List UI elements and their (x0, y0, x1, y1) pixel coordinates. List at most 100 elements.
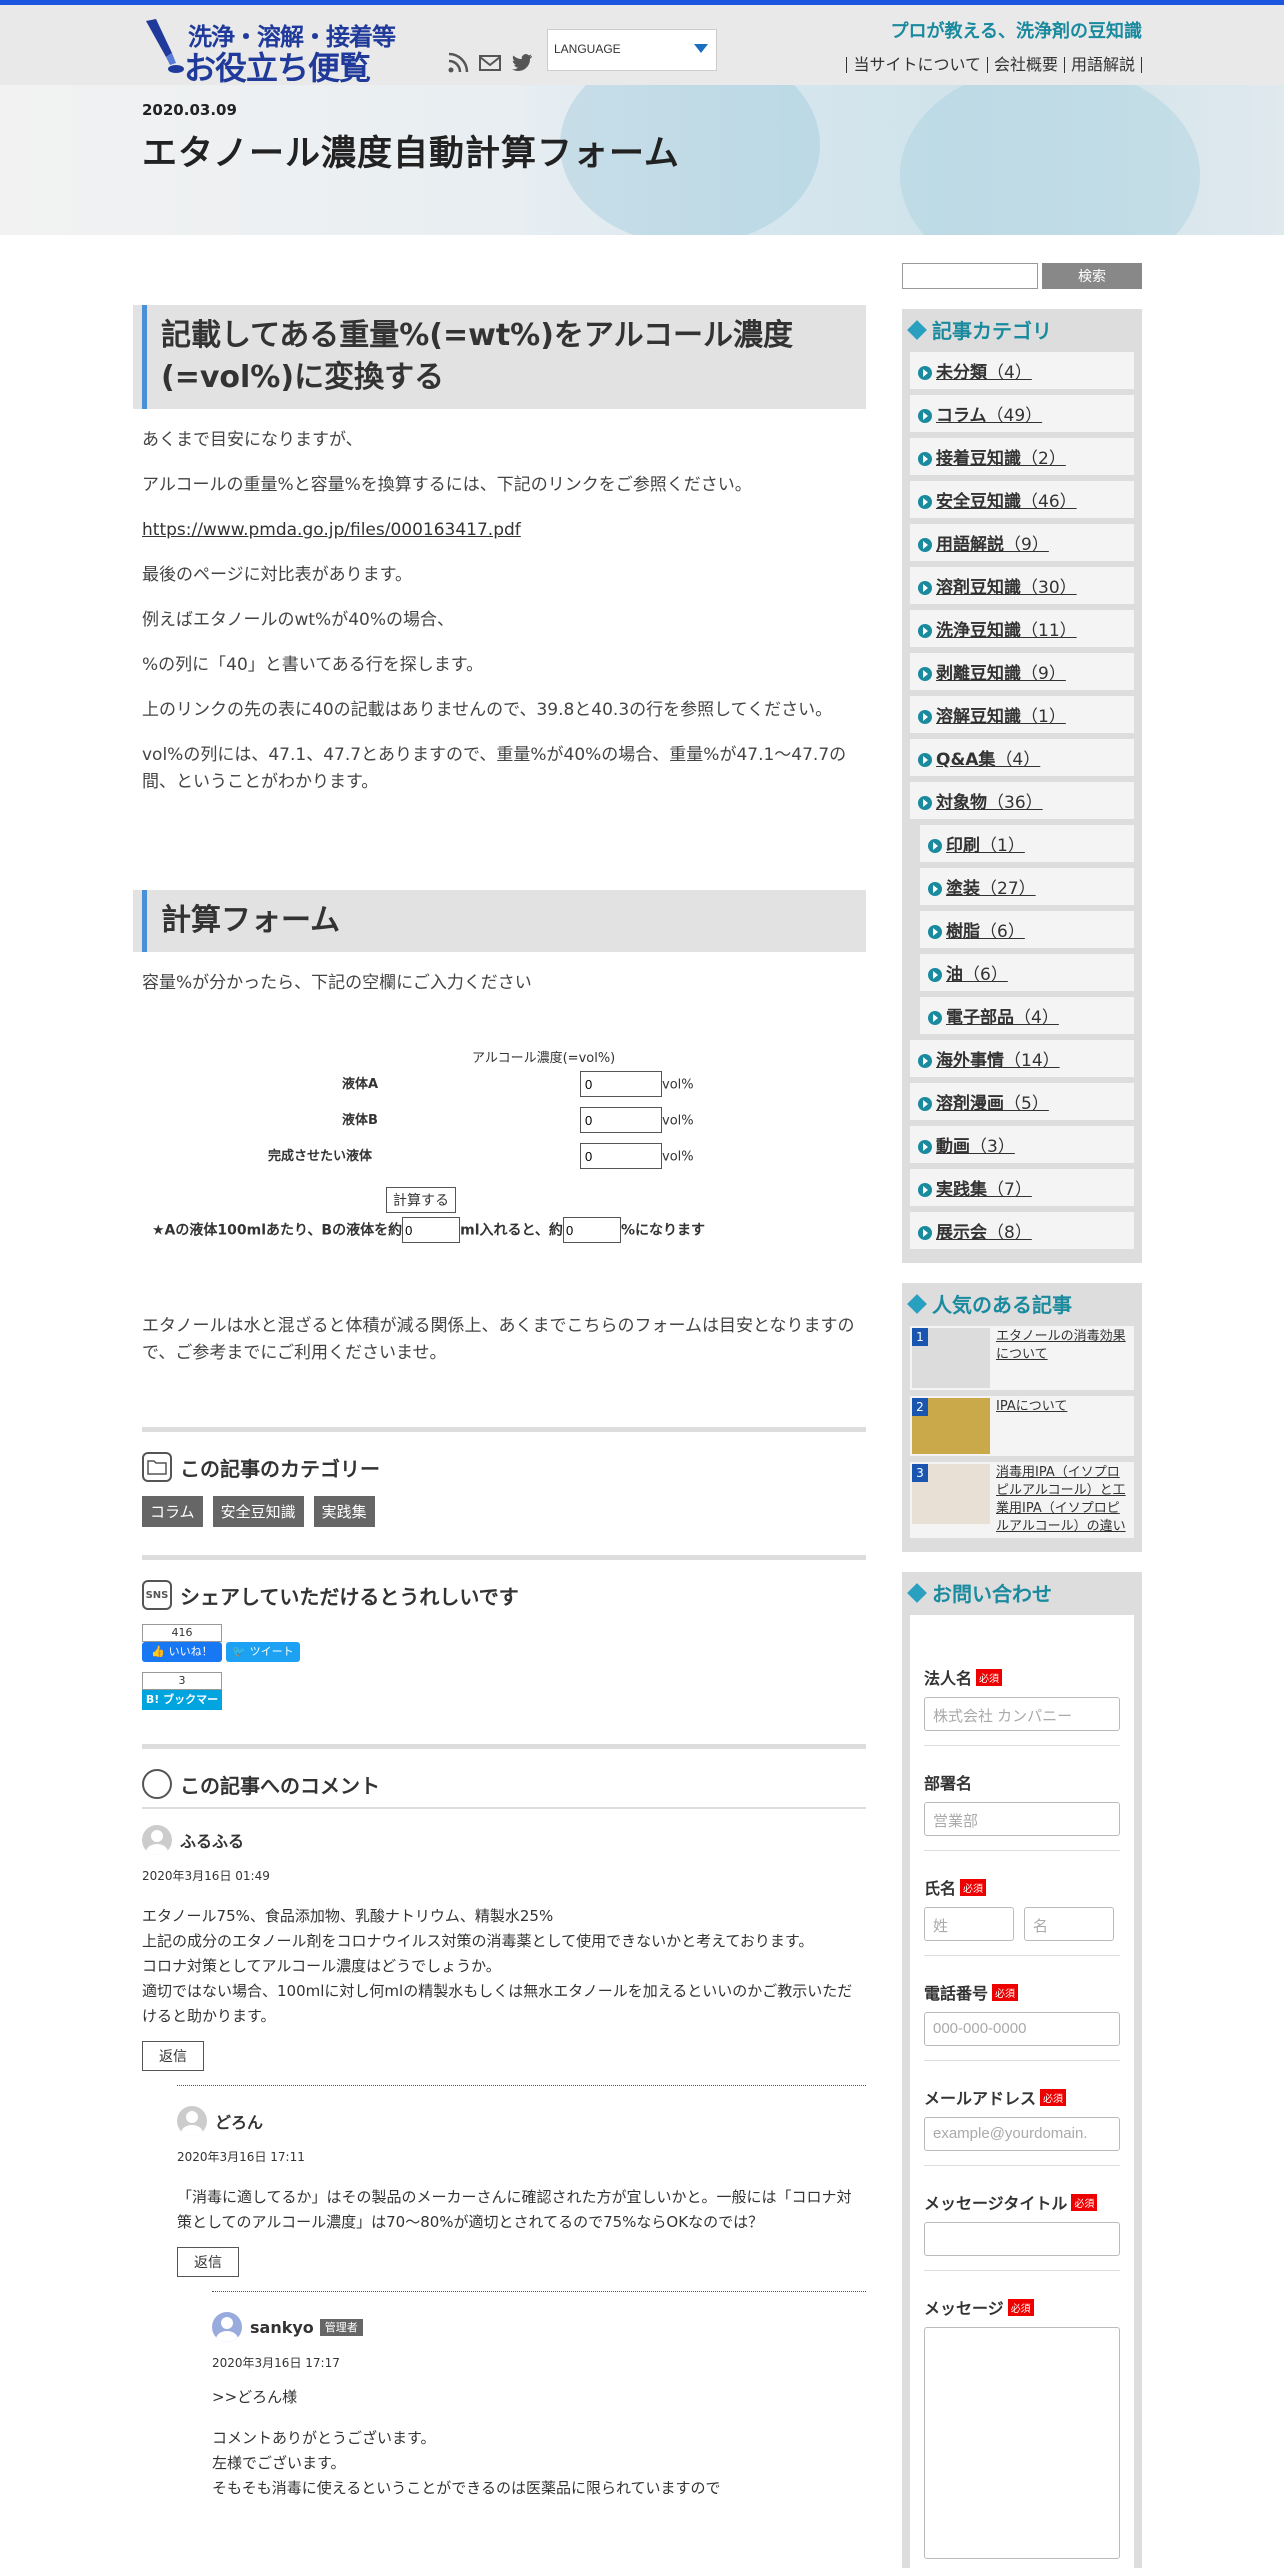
result-percent-output[interactable] (562, 1217, 621, 1243)
category-item[interactable]: 溶剤漫画（5） (910, 1083, 1134, 1120)
category-count: （14） (1004, 1051, 1060, 1071)
popular-title: エタノールの消毒効果について (996, 1329, 1126, 1362)
category-item[interactable]: 油（6） (920, 954, 1134, 991)
liquid-b-input[interactable] (580, 1107, 662, 1133)
social-links (446, 51, 534, 75)
category-count: （2） (1021, 449, 1066, 469)
category-item[interactable]: コラム（49） (910, 395, 1134, 432)
mail-icon[interactable] (478, 51, 502, 75)
category-label: 溶解豆知識 (936, 707, 1021, 727)
result-ml-output[interactable] (402, 1217, 461, 1243)
category-item[interactable]: 対象物（36） (910, 782, 1134, 819)
first-name-input[interactable]: 名 (1024, 1907, 1114, 1941)
category-item[interactable]: 電子部品（4） (920, 997, 1134, 1034)
comment-author: どろん (215, 2113, 264, 2132)
result-text-post: %になります (620, 1222, 705, 1239)
category-item[interactable]: 剥離豆知識（9） (910, 653, 1134, 690)
contact-form: 法人名 必須 株式会社 カンパニー 部署名 営業部 氏名 必須 姓 名 電話番号 必須… (910, 1615, 1134, 2568)
category-item[interactable]: 海外事情（14） (910, 1040, 1134, 1077)
category-item[interactable]: 安全豆知識（46） (910, 481, 1134, 518)
divider (142, 1427, 866, 1432)
post-hero: 2020.03.09 エタノール濃度自動計算フォーム (0, 85, 1284, 235)
category-item[interactable]: 印刷（1） (920, 825, 1134, 862)
popular-item[interactable]: 2 IPAについて (910, 1396, 1134, 1456)
calc-result: ★Aの液体100mlあたり、Bの液体を約 ml入れると、約 %になります (152, 1217, 705, 1243)
category-item[interactable]: 実践集（7） (910, 1169, 1134, 1206)
tweet-button[interactable]: 🐦 ツイート (226, 1642, 300, 1662)
category-item[interactable]: 溶解豆知識（1） (910, 696, 1134, 733)
search-input[interactable] (902, 263, 1038, 289)
category-label: 接着豆知識 (936, 449, 1021, 469)
reply-button[interactable]: 返信 (177, 2247, 239, 2277)
arrow-circle-icon (918, 1183, 932, 1197)
search-button[interactable]: 検索 (1042, 263, 1142, 289)
department-input[interactable]: 営業部 (924, 1802, 1120, 1836)
form-caption: アルコール濃度(=vol%) (472, 1051, 616, 1066)
popular-widget-title: 人気のある記事 (902, 1283, 1142, 1326)
category-count: （8） (987, 1223, 1032, 1243)
category-item[interactable]: 用語解説（9） (910, 524, 1134, 561)
arrow-circle-icon (918, 1140, 932, 1154)
twitter-icon: 🐦 (232, 1645, 247, 1658)
unit-label: vol% (662, 1149, 694, 1165)
pmda-link[interactable]: https://www.pmda.go.jp/files/000163417.p… (142, 520, 521, 540)
category-label: 安全豆知識 (936, 492, 1021, 512)
rss-icon[interactable] (446, 51, 470, 75)
hatena-bookmark-button[interactable]: B! ブックマーク (142, 1690, 222, 1726)
phone-input[interactable]: 000-000-0000 (924, 2012, 1120, 2046)
post-title: エタノール濃度自動計算フォーム (142, 134, 680, 174)
nav-item-glossary[interactable]: 用語解説 (1063, 57, 1142, 73)
twitter-icon[interactable] (510, 51, 534, 75)
post-date: 2020.03.09 (142, 101, 237, 119)
nav-item-company[interactable]: 会社概要 (986, 57, 1064, 73)
category-item[interactable]: 接着豆知識（2） (910, 438, 1134, 475)
category-item[interactable]: 未分類（4） (910, 352, 1134, 389)
nav-item-about[interactable]: 当サイトについて (846, 57, 987, 73)
comment-line: 「消毒に適してるか」はその製品のメーカーさんに確認された方が宜しいかと。一般には… (177, 2188, 852, 2231)
category-item[interactable]: 溶剤豆知識（30） (910, 567, 1134, 604)
last-name-input[interactable]: 姓 (924, 1907, 1014, 1941)
comment-date: 2020年3月16日 01:49 (142, 1869, 270, 1883)
category-item[interactable]: 動画（3） (910, 1126, 1134, 1163)
comment-author: sankyo (250, 2317, 314, 2337)
facebook-like-button[interactable]: 👍 いいね！ (142, 1642, 222, 1662)
paragraph: あくまで目安になりますが、 (142, 430, 363, 450)
reply-button[interactable]: 返信 (142, 2041, 204, 2071)
category-widget-label: 記事カテゴリ (932, 319, 1052, 343)
chevron-down-icon (694, 44, 708, 53)
company-label: 法人名 (924, 1669, 973, 1688)
folder-icon (142, 1452, 172, 1482)
category-widget: 記事カテゴリ 未分類（4） コラム（49） 接着豆知識（2） 安全豆知識（46） 用語解… (902, 309, 1142, 1263)
rank-badge: 2 (912, 1398, 928, 1416)
tag-practice[interactable]: 実践集 (313, 1496, 375, 1527)
comment-line: コメントありがとうございます。 (212, 2429, 436, 2447)
tag-column[interactable]: コラム (142, 1496, 203, 1527)
tag-safety[interactable]: 安全豆知識 (212, 1496, 304, 1527)
required-badge: 必須 (960, 1878, 987, 1896)
category-item[interactable]: Q&A集（4） (910, 739, 1134, 776)
popular-item[interactable]: 1 エタノールの消毒効果について (910, 1326, 1134, 1390)
site-logo[interactable]: 洗浄・溶解・接着等 お役立ち便覧 (142, 15, 396, 87)
comment-item: sankyo 管理者 2020年3月16日 17:17 >>どろん様 コメントあり… (212, 2312, 866, 2501)
email-input[interactable]: example@yourdomain. (924, 2117, 1120, 2151)
comment-date: 2020年3月16日 17:17 (212, 2356, 340, 2370)
company-input[interactable]: 株式会社 カンパニー (924, 1697, 1120, 1731)
message-textarea[interactable] (924, 2327, 1120, 2559)
category-item[interactable]: 樹脂（6） (920, 911, 1134, 948)
calculate-button[interactable]: 計算する (386, 1187, 456, 1213)
popular-item[interactable]: 3 消毒用IPA（イソプロピルアルコール）と工業用IPA（イソプロピルアルコール… (910, 1462, 1134, 1538)
arrow-circle-icon (918, 1097, 932, 1111)
contact-widget: お問い合わせ 法人名 必須 株式会社 カンパニー 部署名 営業部 氏名 必須 姓 名… (902, 1572, 1142, 2568)
unit-label: vol% (662, 1077, 694, 1093)
category-item[interactable]: 塗装（27） (920, 868, 1134, 905)
target-liquid-input[interactable] (580, 1143, 662, 1169)
language-select[interactable]: LANGUAGE (547, 29, 717, 71)
subject-input[interactable] (924, 2222, 1120, 2256)
category-count: （9） (1004, 535, 1049, 555)
label-liquid-b: 液体B (342, 1113, 378, 1128)
comment-line: エタノール75%、食品添加物、乳酸ナトリウム、精製水25% (142, 1907, 554, 1925)
category-item[interactable]: 洗浄豆知識（11） (910, 610, 1134, 647)
liquid-a-input[interactable] (580, 1071, 662, 1097)
category-item[interactable]: 展示会（8） (910, 1212, 1134, 1249)
subject-label: メッセージタイトル (924, 2194, 1068, 2213)
